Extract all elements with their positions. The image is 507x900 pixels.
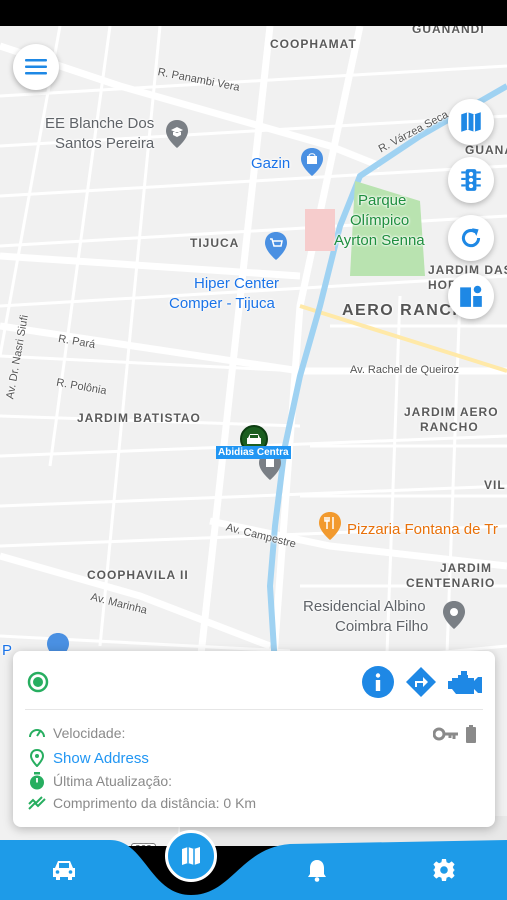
stopwatch-icon [27, 771, 47, 791]
directions-button[interactable] [405, 666, 437, 698]
menu-button[interactable] [13, 44, 59, 90]
label-jardim-batistao: JARDIM BATISTAO [77, 411, 201, 425]
label-jardim-centenario-1: JARDIM [440, 561, 493, 575]
last-update-row: Última Atualização: [27, 771, 172, 791]
address-row: Show Address [27, 748, 149, 768]
route-distance-icon [27, 793, 47, 813]
refresh-button[interactable] [448, 215, 494, 261]
label-coophavila: COOPHAVILA II [87, 568, 189, 582]
car-icon [53, 861, 75, 880]
last-update-label: Última Atualização: [53, 773, 173, 789]
speedometer-icon [27, 723, 47, 743]
label-guana: GUANA [465, 143, 507, 157]
location-marker-icon [27, 748, 47, 768]
refresh-icon [461, 228, 481, 248]
label-aero-rancho: AERO RANCH [342, 302, 466, 319]
status-bar [0, 0, 507, 26]
distance-row: Comprimento da distância: 0 Km [27, 793, 256, 813]
street-view-icon [460, 285, 482, 307]
label-tijuca: TIJUCA [190, 236, 240, 250]
poi-hiper-line2: Comper - Tijuca [169, 295, 275, 312]
poi-school-line1: EE Blanche Dos [45, 115, 155, 132]
gear-icon [433, 859, 455, 881]
traffic-light-icon [461, 169, 481, 191]
distance-label: Comprimento da distância: 0 Km [53, 795, 257, 811]
online-status-icon [27, 671, 49, 693]
poi-park-line1: Parque [358, 192, 407, 209]
school-pin-icon[interactable] [165, 119, 189, 149]
speed-row: Velocidade: [27, 723, 125, 743]
poi-gazin: Gazin [251, 155, 291, 172]
label-jardim-aero-2: RANCHO [420, 420, 479, 434]
poi-pizzaria: Pizzaria Fontana de Tr [347, 521, 498, 538]
map-icon [182, 847, 200, 865]
card-divider [25, 709, 483, 710]
label-guanandi: GUANANDI [412, 26, 485, 36]
restaurant-pin-icon[interactable] [318, 511, 342, 541]
label-jardim-aero-1: JARDIM AERO [404, 405, 499, 419]
vehicle-name-label: Abidias Centra [216, 446, 291, 459]
bell-icon [308, 860, 326, 882]
show-address-link[interactable]: Show Address [53, 750, 149, 767]
map-icon [461, 112, 481, 132]
traffic-button[interactable] [448, 157, 494, 203]
map-layers-button[interactable] [448, 99, 494, 145]
car-icon [247, 434, 261, 444]
speed-label: Velocidade: [53, 725, 126, 741]
nav-vehicles[interactable] [44, 852, 84, 888]
poi-residencial-line2: Coimbra Filho [335, 618, 429, 635]
poi-hiper-line1: Hiper Center [194, 275, 280, 292]
poi-park-line3: Ayrton Senna [334, 232, 425, 249]
engine-button[interactable] [446, 668, 484, 698]
hamburger-menu-icon [25, 59, 47, 75]
street-rachel: Av. Rachel de Queiroz [350, 364, 460, 376]
place-pin-icon[interactable] [442, 600, 466, 630]
cart-pin-icon[interactable] [264, 231, 288, 261]
battery-icon [466, 725, 476, 743]
engine-icon [448, 675, 482, 694]
poi-school-line2: Santos Pereira [55, 135, 155, 152]
street-view-button[interactable] [448, 273, 494, 319]
poi-left-cut: P [2, 642, 13, 659]
label-jardim-centenario-2: CENTENARIO [406, 576, 496, 590]
nav-settings[interactable] [424, 852, 464, 888]
poi-residencial-line1: Residencial Albino [303, 598, 426, 615]
nav-notifications[interactable] [297, 852, 337, 888]
label-coophamat: COOPHAMAT [270, 37, 357, 51]
label-vila: VIL [484, 478, 506, 492]
shopping-pin-icon[interactable] [300, 147, 324, 177]
info-button[interactable] [362, 666, 394, 698]
info-icon [375, 673, 381, 691]
nav-map[interactable] [165, 830, 217, 882]
ignition-key-icon [433, 727, 458, 741]
poi-park-line2: Olímpico [350, 212, 410, 229]
vehicle-info-card: Velocidade: Show Address Última Atualiza… [13, 651, 495, 827]
